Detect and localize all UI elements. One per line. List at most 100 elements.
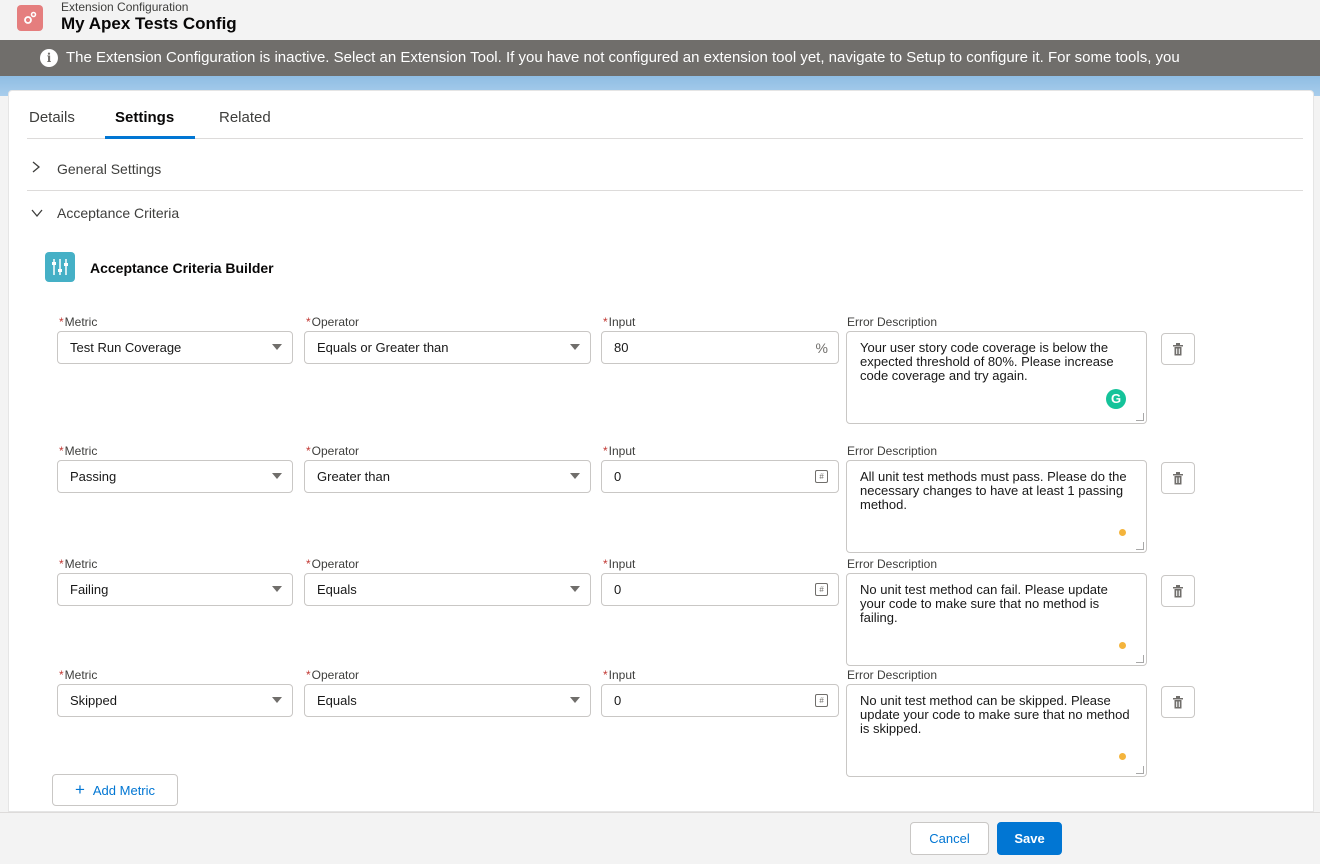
criteria-row: *Metric *Operator *Input Error Descripti… xyxy=(9,315,1309,425)
resize-handle[interactable] xyxy=(1136,542,1144,550)
operator-select[interactable]: Greater than xyxy=(304,460,591,493)
caret-down-icon xyxy=(272,586,282,592)
add-metric-label: Add Metric xyxy=(92,782,156,798)
operator-value: Greater than xyxy=(317,469,390,484)
status-dot-icon xyxy=(1119,642,1126,649)
input-value: 80 xyxy=(614,340,629,355)
metric-select[interactable]: Skipped xyxy=(57,684,293,717)
resize-handle[interactable] xyxy=(1136,655,1144,663)
record-card: Details Settings Related General Setting… xyxy=(8,90,1314,812)
tab-details[interactable]: Details xyxy=(29,109,75,139)
metric-select[interactable]: Passing xyxy=(57,460,293,493)
input-value: 0 xyxy=(614,693,622,708)
input-label: *Input xyxy=(603,444,636,458)
metric-select[interactable]: Failing xyxy=(57,573,293,606)
section-label: Acceptance Criteria xyxy=(57,205,180,221)
trash-icon xyxy=(1173,342,1183,355)
resize-handle[interactable] xyxy=(1136,413,1144,421)
chevron-down-icon xyxy=(31,206,49,221)
caret-down-icon xyxy=(570,697,580,703)
operator-label: *Operator xyxy=(306,315,360,329)
trash-icon xyxy=(1173,695,1183,708)
delete-row-button[interactable] xyxy=(1161,686,1195,718)
caret-down-icon xyxy=(570,344,580,350)
number-icon: # xyxy=(815,694,828,707)
inactive-banner: i The Extension Configuration is inactiv… xyxy=(0,40,1320,76)
add-metric-button[interactable]: + Add Metric xyxy=(52,774,178,806)
operator-label: *Operator xyxy=(306,444,360,458)
operator-value: Equals xyxy=(317,582,357,597)
section-acceptance-criteria[interactable]: Acceptance Criteria xyxy=(27,191,1303,235)
error-description-textarea[interactable]: All unit test methods must pass. Please … xyxy=(846,460,1147,553)
input-label: *Input xyxy=(603,315,636,329)
caret-down-icon xyxy=(570,473,580,479)
input-field[interactable]: 0 # xyxy=(601,684,839,717)
number-icon: # xyxy=(815,583,828,596)
metric-value: Test Run Coverage xyxy=(70,340,182,355)
record-title: My Apex Tests Config xyxy=(61,14,237,33)
info-icon: i xyxy=(40,49,58,67)
save-button[interactable]: Save xyxy=(997,822,1062,855)
input-field[interactable]: 0 # xyxy=(601,460,839,493)
chevron-right-icon xyxy=(31,161,49,176)
operator-value: Equals or Greater than xyxy=(317,340,449,355)
section-label: General Settings xyxy=(57,160,162,177)
error-text: All unit test methods must pass. Please … xyxy=(860,469,1127,512)
delete-row-button[interactable] xyxy=(1161,575,1195,607)
plus-icon: + xyxy=(74,780,85,799)
object-type-label: Extension Configuration xyxy=(61,0,189,14)
metric-select[interactable]: Test Run Coverage xyxy=(57,331,293,364)
input-value: 0 xyxy=(614,582,622,597)
tab-settings[interactable]: Settings xyxy=(105,109,195,139)
delete-row-button[interactable] xyxy=(1161,462,1195,494)
error-description-textarea[interactable]: Your user story code coverage is below t… xyxy=(846,331,1147,424)
metric-label: *Metric xyxy=(59,557,98,571)
error-text: No unit test method can be skipped. Plea… xyxy=(860,693,1130,736)
error-description-label: Error Description xyxy=(847,668,938,682)
resize-handle[interactable] xyxy=(1136,766,1144,774)
caret-down-icon xyxy=(272,697,282,703)
banner-message: The Extension Configuration is inactive.… xyxy=(66,49,1180,66)
operator-select[interactable]: Equals or Greater than xyxy=(304,331,591,364)
number-icon: # xyxy=(815,470,828,483)
criteria-row: *Metric *Operator *Input Error Descripti… xyxy=(9,557,1309,667)
error-text: Your user story code coverage is below t… xyxy=(860,340,1114,383)
delete-row-button[interactable] xyxy=(1161,333,1195,365)
section-general-settings[interactable]: General Settings xyxy=(27,147,1303,191)
metric-label: *Metric xyxy=(59,444,98,458)
sliders-icon xyxy=(45,252,75,282)
page-header: Extension Configuration My Apex Tests Co… xyxy=(0,0,1320,40)
tab-bar: Details Settings Related xyxy=(27,105,1303,139)
operator-label: *Operator xyxy=(306,668,360,682)
trash-icon xyxy=(1173,584,1183,597)
input-value: 0 xyxy=(614,469,622,484)
grammarly-icon[interactable]: G xyxy=(1106,389,1126,409)
caret-down-icon xyxy=(272,473,282,479)
metric-value: Passing xyxy=(70,469,117,484)
trash-icon xyxy=(1173,471,1183,484)
error-description-label: Error Description xyxy=(847,444,938,458)
status-dot-icon xyxy=(1119,529,1126,536)
criteria-row: *Metric *Operator *Input Error Descripti… xyxy=(9,668,1309,778)
error-text: No unit test method can fail. Please upd… xyxy=(860,582,1108,625)
builder-title: Acceptance Criteria Builder xyxy=(90,260,274,276)
cancel-button[interactable]: Cancel xyxy=(910,822,989,855)
caret-down-icon xyxy=(570,586,580,592)
footer-bar: Cancel Save xyxy=(0,812,1320,864)
operator-select[interactable]: Equals xyxy=(304,684,591,717)
metric-label: *Metric xyxy=(59,315,98,329)
operator-value: Equals xyxy=(317,693,357,708)
error-description-textarea[interactable]: No unit test method can fail. Please upd… xyxy=(846,573,1147,666)
tab-related[interactable]: Related xyxy=(219,109,271,139)
input-field[interactable]: 80 % xyxy=(601,331,839,364)
input-field[interactable]: 0 # xyxy=(601,573,839,606)
metric-value: Skipped xyxy=(70,693,117,708)
input-label: *Input xyxy=(603,668,636,682)
gears-icon xyxy=(17,5,43,31)
operator-select[interactable]: Equals xyxy=(304,573,591,606)
error-description-textarea[interactable]: No unit test method can be skipped. Plea… xyxy=(846,684,1147,777)
metric-value: Failing xyxy=(70,582,109,597)
caret-down-icon xyxy=(272,344,282,350)
error-description-label: Error Description xyxy=(847,315,938,329)
error-description-label: Error Description xyxy=(847,557,938,571)
